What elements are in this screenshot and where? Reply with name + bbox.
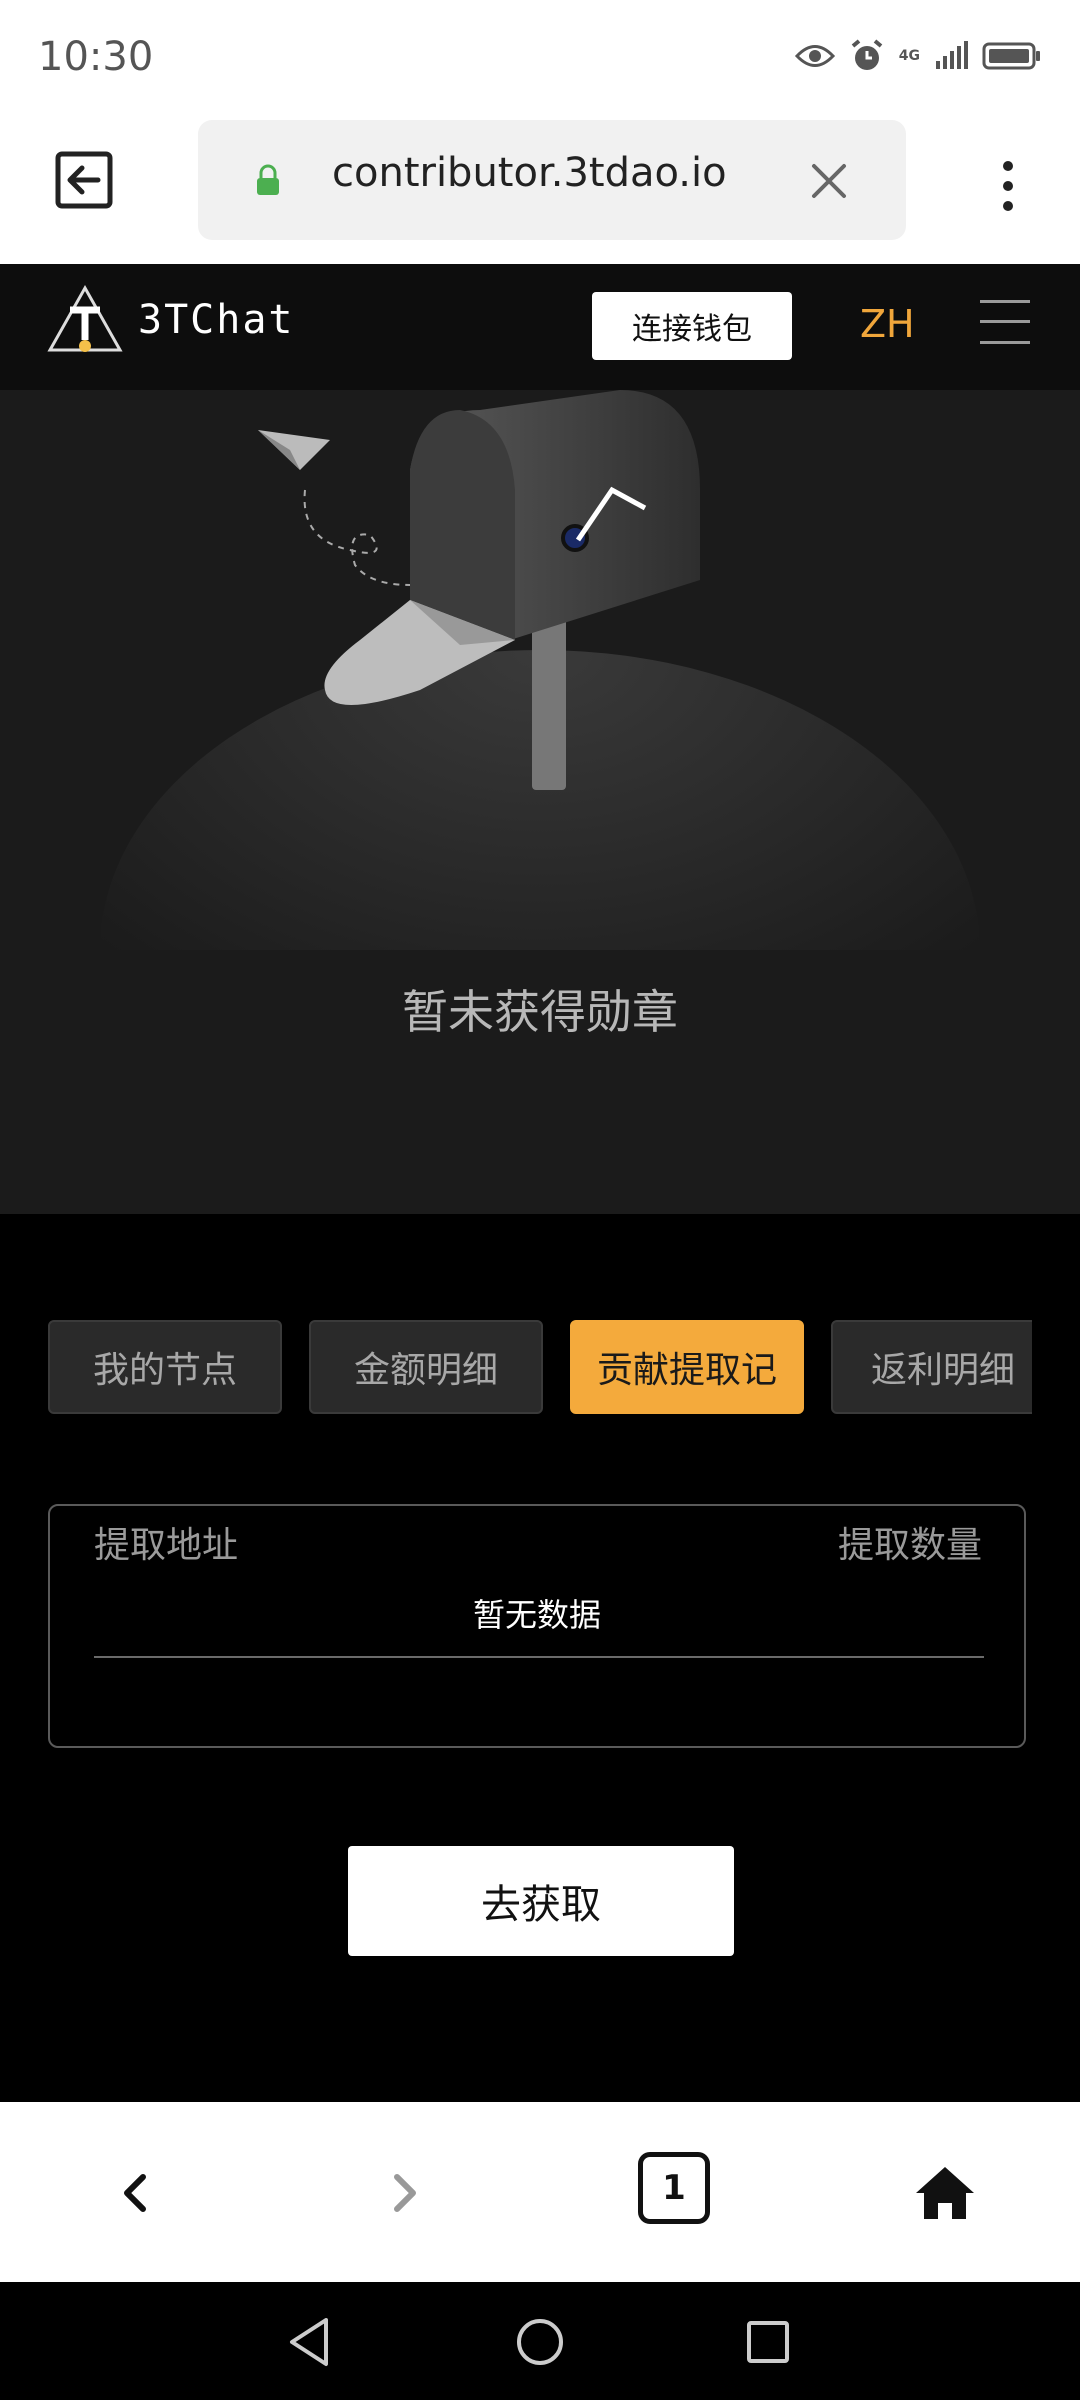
- column-header-amount: 提取数量: [837, 1525, 982, 1566]
- tab-amount-details[interactable]: 金额明细: [309, 1320, 543, 1414]
- record-tabs: 我的节点 金额明细 贡献提取记 返利明细: [48, 1320, 1032, 1414]
- column-header-address: 提取地址: [94, 1525, 239, 1566]
- network-label: 4G: [898, 48, 920, 64]
- brand-name: 3TChat: [138, 297, 295, 343]
- back-button[interactable]: [100, 2158, 170, 2228]
- browser-bottom-nav: 1: [0, 2102, 1080, 2282]
- chevron-right-icon: [394, 2174, 416, 2212]
- browser-toolbar: contributor.3tdao.io: [0, 112, 1080, 264]
- system-nav-bar: [0, 2282, 1080, 2400]
- logo-icon: [47, 284, 123, 352]
- eye-icon: [794, 45, 835, 67]
- forward-button[interactable]: [370, 2158, 440, 2228]
- logo[interactable]: 3TChat: [46, 284, 295, 356]
- divider: [94, 1656, 984, 1658]
- status-icons: 4G: [794, 38, 1042, 74]
- no-data-text: 暂无数据: [472, 1596, 601, 1634]
- chevron-left-icon: [124, 2174, 146, 2212]
- status-time: 10:30: [38, 34, 154, 80]
- status-bar: 10:30 4G: [0, 0, 1080, 112]
- alarm-icon: [851, 39, 883, 70]
- system-recents-icon[interactable]: [738, 2312, 798, 2372]
- go-get-button[interactable]: 去获取: [348, 1846, 734, 1956]
- language-switch[interactable]: ZH: [860, 302, 915, 346]
- hamburger-menu-icon[interactable]: [980, 298, 1030, 346]
- close-icon[interactable]: [806, 158, 852, 204]
- empty-badge-text: 暂未获得勋章: [402, 985, 678, 1039]
- withdrawal-records-table: 提取地址 提取数量 暂无数据: [48, 1504, 1026, 1748]
- lock-icon: [257, 164, 279, 195]
- system-home-icon[interactable]: [510, 2312, 570, 2372]
- battery-icon: [982, 42, 1040, 70]
- more-options-icon[interactable]: [998, 156, 1018, 216]
- tab-contribution-withdrawals[interactable]: 贡献提取记: [570, 1320, 804, 1414]
- signal-icon: [936, 41, 968, 69]
- home-icon: [916, 2167, 974, 2219]
- tab-rebate-details[interactable]: 返利明细: [831, 1320, 1032, 1414]
- badge-empty-state: 暂未获得勋章: [0, 390, 1080, 1214]
- exit-icon[interactable]: [54, 150, 114, 210]
- system-back-icon[interactable]: [280, 2312, 340, 2372]
- home-button[interactable]: [910, 2158, 980, 2228]
- connect-wallet-button[interactable]: 连接钱包: [592, 292, 792, 360]
- tab-my-nodes[interactable]: 我的节点: [48, 1320, 282, 1414]
- address-bar[interactable]: contributor.3tdao.io: [198, 120, 906, 240]
- site-header: 3TChat 连接钱包 ZH: [0, 264, 1080, 390]
- url-text: contributor.3tdao.io: [332, 150, 727, 196]
- mailbox-illustration: [100, 390, 980, 950]
- tab-switcher-button[interactable]: 1: [638, 2152, 710, 2224]
